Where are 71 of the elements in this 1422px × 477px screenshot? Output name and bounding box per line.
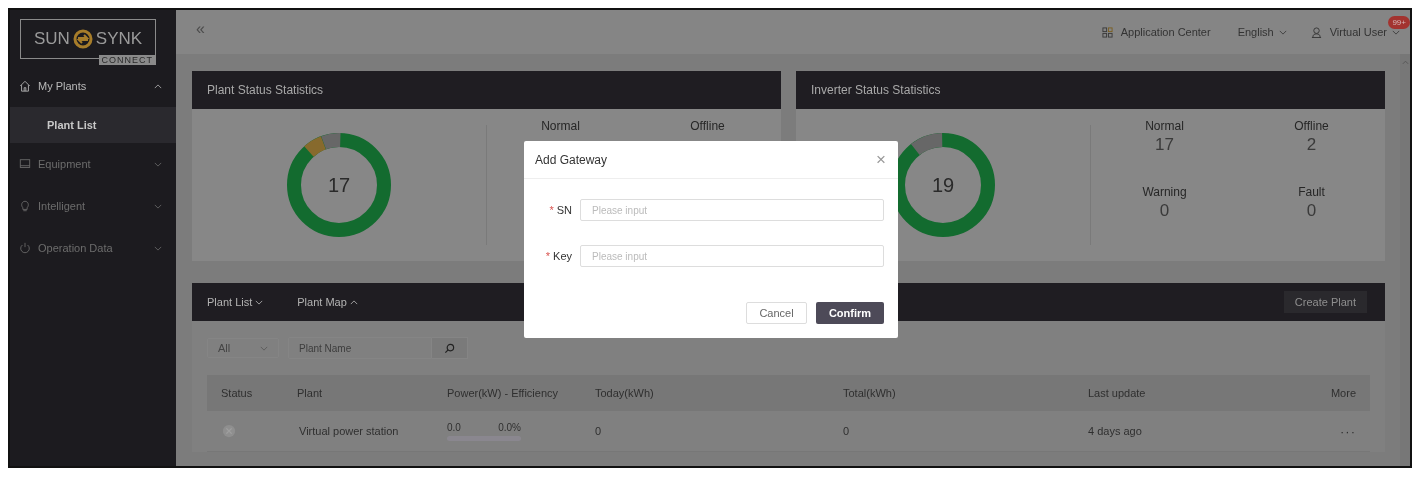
column-header: Plant bbox=[297, 387, 324, 399]
notification-badge: 99+ bbox=[1388, 16, 1410, 29]
scrollbar[interactable] bbox=[1400, 54, 1410, 466]
nav-item[interactable]: Equipment bbox=[10, 143, 176, 185]
close-button[interactable]: × bbox=[872, 149, 890, 170]
status-select[interactable]: All bbox=[207, 338, 279, 358]
power-icon bbox=[19, 242, 31, 254]
chevron-icon bbox=[260, 345, 268, 351]
stat-value: 0 bbox=[1306, 201, 1317, 221]
column-header: Total(kWh) bbox=[843, 387, 897, 399]
caret-icon bbox=[349, 299, 358, 305]
caret-icon bbox=[255, 299, 264, 305]
nav-item[interactable]: Intelligent bbox=[10, 185, 176, 227]
column-header: More bbox=[1329, 387, 1357, 399]
table-cell-text: 0 bbox=[843, 425, 851, 437]
nav-subitem[interactable]: Plant List bbox=[10, 107, 176, 143]
column-header: Last update bbox=[1088, 387, 1147, 399]
monitor-icon bbox=[19, 158, 31, 170]
bulb-icon bbox=[19, 200, 31, 212]
tab[interactable]: Plant Map bbox=[297, 296, 358, 308]
field-label: * Key bbox=[544, 250, 573, 262]
input-field[interactable]: Please input bbox=[580, 199, 884, 221]
stat-label: Offline bbox=[690, 119, 725, 133]
column-header: Status bbox=[220, 387, 254, 399]
cancel-button[interactable]: Cancel bbox=[746, 302, 807, 324]
user-menu[interactable]: Virtual User bbox=[1329, 26, 1387, 38]
dialog-title: Add Gateway bbox=[535, 152, 608, 167]
input-field[interactable]: Please input bbox=[580, 245, 884, 267]
chevron-icon bbox=[1392, 29, 1400, 35]
table-cell-text: 0 bbox=[595, 425, 603, 437]
logo: SUN SYNK CONNECT bbox=[20, 19, 156, 65]
chevron-icon bbox=[1278, 29, 1287, 35]
stat-value: 0 bbox=[1159, 201, 1170, 221]
stat-label: Warning bbox=[1142, 185, 1187, 199]
collapse-button[interactable]: « bbox=[196, 20, 205, 38]
caret-icon bbox=[154, 245, 162, 251]
field-label: * SN bbox=[548, 204, 573, 216]
stat-label: Fault bbox=[1298, 185, 1325, 199]
card-title: Plant Status Statistics bbox=[192, 71, 781, 109]
search-button[interactable] bbox=[432, 337, 468, 359]
scroll-up-icon bbox=[1401, 60, 1409, 65]
app-center-link[interactable]: Application Center bbox=[1120, 26, 1211, 38]
confirm-button[interactable]: Confirm bbox=[816, 302, 884, 324]
create-plant-button[interactable]: Create Plant bbox=[1283, 291, 1367, 313]
more-button[interactable]: ··· bbox=[1316, 423, 1370, 439]
search-icon bbox=[444, 342, 455, 354]
stat-value: 2 bbox=[1306, 135, 1317, 155]
caret-icon bbox=[154, 203, 162, 209]
total-count: 19 bbox=[931, 173, 955, 197]
tab[interactable]: Plant List bbox=[207, 296, 264, 308]
nav-item[interactable]: My Plants bbox=[10, 65, 176, 107]
stat-label: Normal bbox=[541, 119, 580, 133]
nav-item[interactable]: Operation Data bbox=[10, 227, 176, 269]
caret-icon bbox=[154, 161, 162, 167]
stat-label: Offline bbox=[1294, 119, 1329, 133]
power-value: 0.0 bbox=[447, 421, 461, 433]
table-cell-text: 4 days ago bbox=[1088, 425, 1143, 437]
apps-icon bbox=[1101, 26, 1113, 38]
search-field[interactable]: Plant Name bbox=[288, 337, 432, 359]
stat-label: Normal bbox=[1145, 119, 1184, 133]
table-cell-text: Virtual power station bbox=[298, 425, 400, 437]
language-dropdown[interactable]: English bbox=[1237, 26, 1274, 38]
efficiency-value: 0.0% bbox=[498, 421, 521, 433]
total-count: 17 bbox=[327, 173, 351, 197]
column-header: Today(kWh) bbox=[595, 387, 655, 399]
user-icon bbox=[1310, 26, 1322, 38]
home-icon bbox=[19, 80, 31, 92]
card-title: Inverter Status Statistics bbox=[796, 71, 1385, 109]
column-header: Power(kW) - Efficiency bbox=[447, 387, 560, 399]
stat-value: 17 bbox=[1155, 135, 1174, 155]
caret-icon bbox=[154, 83, 162, 89]
